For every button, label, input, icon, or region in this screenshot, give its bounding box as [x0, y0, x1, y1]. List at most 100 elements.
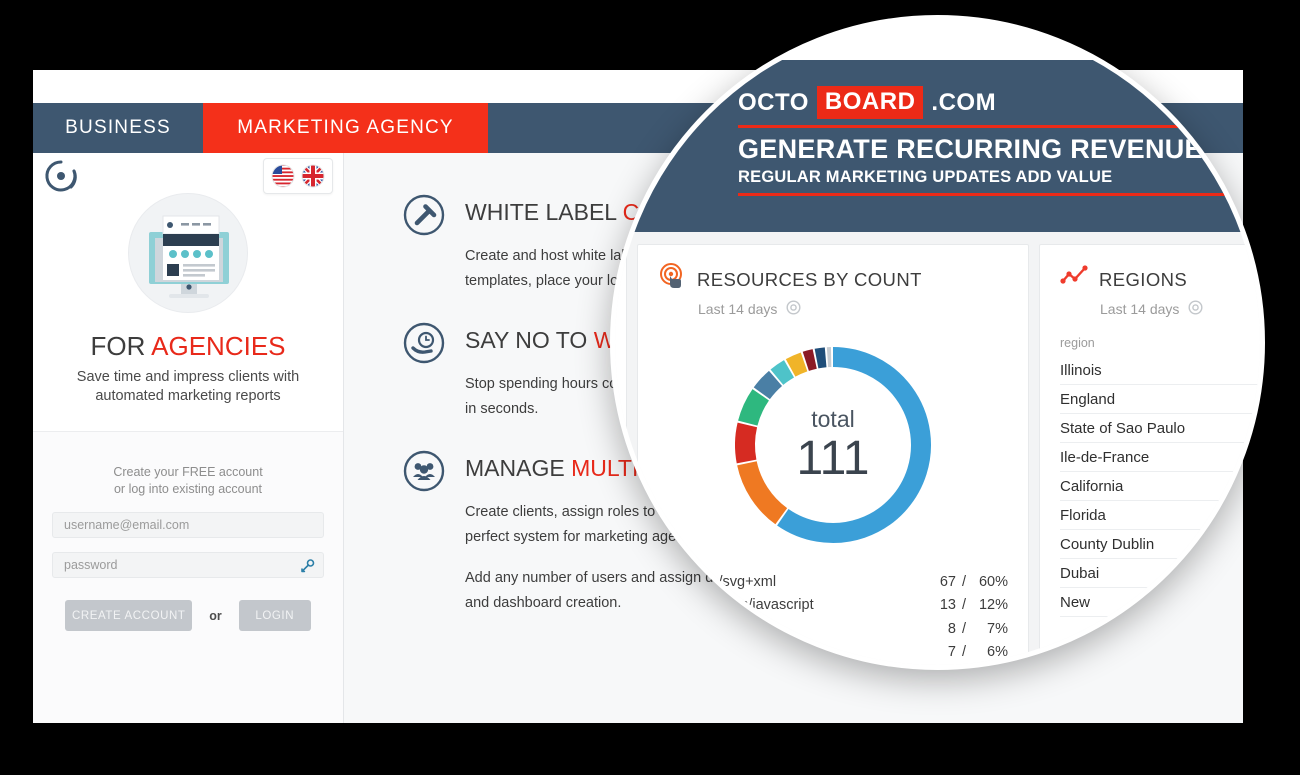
regions-column-header: region	[1060, 336, 1095, 350]
region-name: Ile-de-France	[1060, 449, 1150, 466]
legend-separator: /	[961, 597, 967, 614]
region-row[interactable]: Ile-de-France	[1060, 443, 1260, 472]
sidebar-title-prefix: FOR	[90, 331, 152, 361]
brand-wordmark: OCTO BOARD .COM	[738, 86, 1238, 119]
brand-divider-bottom	[738, 193, 1238, 196]
region-row[interactable]: Illinois	[1060, 356, 1260, 385]
legend-percent: 60%	[978, 573, 1008, 590]
regions-list: Illinois England State of Sao Paulo Ile-de-…	[1060, 356, 1260, 617]
regions-card-title: REGIONS	[1099, 268, 1188, 290]
resources-card-period: Last 14 days	[698, 300, 1008, 318]
legend-count: 7	[947, 644, 956, 661]
password-field[interactable]: password	[52, 552, 324, 578]
legend-separator: /	[961, 620, 967, 637]
legend-separator: /	[961, 644, 967, 661]
brand-headline: GENERATE RECURRING REVENUE	[738, 134, 1203, 164]
feature-title-prefix: WHITE LABEL	[465, 199, 623, 225]
flag-uk-icon[interactable]	[301, 164, 325, 188]
trend-line-icon	[1060, 263, 1088, 296]
legend-row[interactable]: text/html 8 / 7%	[658, 617, 1008, 641]
create-account-button[interactable]: CREATE ACCOUNT	[65, 600, 193, 631]
email-field[interactable]: username@email.com	[52, 512, 324, 538]
region-name: England	[1060, 391, 1116, 408]
region-row[interactable]: County Dublin	[1060, 530, 1260, 559]
tab-marketing-agency[interactable]: MARKETING AGENCY	[203, 103, 488, 161]
people-group-icon	[402, 449, 446, 493]
magnifier-top-text: …t, Google Analytics, Bing, Goog…	[727, 28, 1153, 56]
region-row[interactable]: California	[1060, 472, 1260, 501]
signup-prompt: Create your FREE account or log into exi…	[33, 432, 343, 498]
brand-divider-top	[738, 125, 1238, 128]
sidebar-subtitle: Save time and impress clients with autom…	[76, 369, 300, 404]
info-circle-icon[interactable]	[1188, 300, 1203, 318]
region-row[interactable]: Dubai	[1060, 559, 1260, 588]
password-field-placeholder: password	[64, 558, 118, 572]
brand-part-board: BOARD	[816, 86, 924, 119]
sidebar-title: FOR AGENCIES	[33, 331, 343, 362]
language-toggle[interactable]	[263, 158, 333, 194]
feature-title-prefix: SAY NO TO	[465, 327, 594, 353]
signup-prompt-line2: or log into existing account	[113, 482, 262, 496]
gavel-icon	[402, 193, 446, 237]
legend-row[interactable]: image/svg+xml 67 / 60%	[658, 570, 1008, 594]
region-name: County Dublin	[1060, 536, 1155, 553]
signup-prompt-line1: Create your FREE account	[113, 465, 263, 479]
tab-marketing-agency-label: MARKETING AGENCY	[237, 117, 454, 138]
signup-panel: Create your FREE account or log into exi…	[33, 431, 343, 723]
region-row[interactable]: New	[1060, 588, 1260, 617]
brand-subheadline: REGULAR MARKETING UPDATES ADD VALUE	[738, 168, 1113, 186]
legend-percent: 7%	[987, 620, 1008, 637]
legend-percent: 12%	[978, 597, 1008, 614]
donut-center-total: total 111	[728, 340, 938, 550]
legend-color-swatch	[658, 600, 667, 610]
legend-color-swatch	[658, 577, 667, 587]
legend-row[interactable]: image/png 7 / 6%	[658, 641, 1008, 665]
hand-clock-icon	[402, 321, 446, 365]
legend-count: 67	[939, 573, 956, 590]
resources-by-count-card: RESOURCES BY COUNT Last 14 days total 11…	[637, 244, 1029, 670]
donut-total-value: 111	[796, 431, 870, 485]
legend-count: 8	[947, 620, 956, 637]
regions-card: REGIONS Last 14 days region Illinois Engl…	[1039, 244, 1260, 665]
brand-part-com: .COM	[931, 88, 997, 116]
regions-period-label: Last 14 days	[1100, 301, 1180, 317]
legend-row[interactable]: application/javascript 13 / 12%	[658, 594, 1008, 618]
region-name: Dubai	[1060, 565, 1100, 582]
key-icon[interactable]	[299, 558, 315, 579]
legend-label: image/svg+xml	[679, 573, 777, 590]
resources-period-label: Last 14 days	[698, 301, 778, 317]
feature-title-prefix: MANAGE	[465, 455, 572, 481]
legend-color-swatch	[658, 624, 667, 634]
legend-count: 13	[939, 597, 956, 614]
octoboard-brand: OCTO BOARD .COM GENERATE RECURRING REVEN…	[738, 86, 1238, 202]
region-name: California	[1060, 478, 1124, 495]
info-circle-icon[interactable]	[786, 300, 801, 318]
region-row[interactable]: State of Sao Paulo	[1060, 414, 1260, 443]
regions-card-header: REGIONS	[1060, 263, 1260, 296]
tab-business[interactable]: BUSINESS	[33, 103, 203, 153]
sidebar-title-highlight: AGENCIES	[151, 331, 286, 361]
legend-count: 4	[926, 668, 956, 670]
region-name: Florida	[1060, 507, 1106, 524]
auth-buttons: CREATE ACCOUNT or LOGIN	[33, 600, 343, 631]
magnified-dashboard: …t, Google Analytics, Bing, Goog… OCTO B…	[615, 20, 1260, 670]
resources-card-title: RESOURCES BY COUNT	[697, 268, 922, 290]
legend-color-swatch	[658, 647, 667, 657]
login-button[interactable]: LOGIN	[238, 600, 311, 631]
donut-total-label: total	[811, 405, 855, 432]
dashboard-monitor-illustration	[128, 193, 248, 313]
resources-card-header: RESOURCES BY COUNT	[658, 263, 1008, 296]
donut-chart: total 111	[728, 340, 938, 550]
magnifier-lens: …t, Google Analytics, Bing, Goog… OCTO B…	[610, 15, 1265, 670]
flag-us-icon[interactable]	[271, 164, 295, 188]
region-name: State of Sao Paulo	[1060, 420, 1186, 437]
tap-target-icon	[658, 263, 686, 296]
region-row[interactable]: England	[1060, 385, 1260, 414]
region-row[interactable]: Florida,5	[1060, 501, 1260, 530]
region-name: New	[1060, 594, 1091, 611]
legend-label: application/javascript	[679, 597, 814, 614]
target-logo-icon[interactable]	[41, 156, 81, 201]
legend-percent: 6%	[987, 644, 1008, 661]
legend-label: image/png	[679, 644, 747, 661]
email-field-placeholder: username@email.com	[64, 518, 190, 532]
